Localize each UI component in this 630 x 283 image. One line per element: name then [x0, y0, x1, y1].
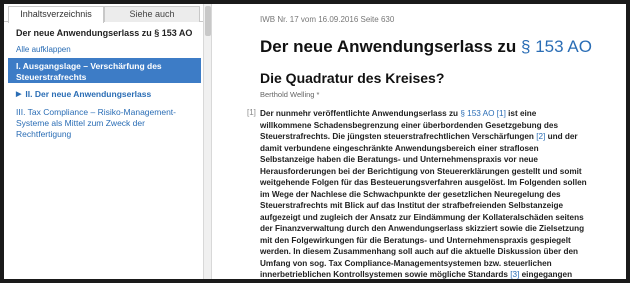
body-line: innerbetrieblichen Kontrollsystemen sowi… [260, 269, 624, 279]
body-line: werden. In diesem Zusammenhang soll auch… [260, 246, 624, 258]
toc-item-label: II. Der neue Anwendungserlass [25, 89, 152, 99]
article-meta: IWB Nr. 17 vom 16.09.2016 Seite 630 [260, 15, 395, 24]
toc-item-label: Steuerstrafrechts [16, 72, 87, 82]
reference-link[interactable]: [3] [510, 270, 519, 279]
article-subtitle: Die Quadratur des Kreises? [260, 70, 445, 86]
article-body: Der nunmehr veröffentlichte Anwendungser… [260, 108, 624, 279]
body-text: willkommene Schadensbegrenzung einer übe… [260, 120, 558, 130]
toc-item-anwendungserlass[interactable]: ▶ II. Der neue Anwendungserlass [8, 83, 201, 104]
tab-inhaltsverzeichnis[interactable]: Inhaltsverzeichnis [8, 6, 104, 23]
toc-item-label: I. Ausgangslage – Verschärfung des [16, 61, 162, 71]
body-text: mit den Folgewirkungen für die Beratungs… [260, 235, 571, 245]
body-text: der Finanzverwaltung durch den Anwendung… [260, 224, 585, 233]
toc-item-tax-compliance[interactable]: III. Tax Compliance – Risiko-Management-… [8, 104, 201, 143]
body-text: Steuerstrafrechts mit Blick auf das Inst… [260, 201, 564, 210]
body-line: Selbstanzeige haben die Beratungs- und U… [260, 154, 624, 166]
title-law-link[interactable]: § 153 AO [521, 37, 592, 56]
body-text: ist eine [505, 109, 537, 118]
body-text: Der nunmehr veröffentlichte Anwendungser… [260, 109, 461, 118]
body-text: weitgehende Folgen für das Besteuerungsv… [260, 178, 587, 187]
body-text: innerbetrieblichen Kontrollsystemen sowi… [260, 270, 511, 279]
article-pane: IWB Nr. 17 vom 16.09.2016 Seite 630 Der … [212, 4, 626, 279]
body-line: Umfang von sog. Tax Compliance-Managemen… [260, 258, 624, 270]
body-line: Der nunmehr veröffentlichte Anwendungser… [260, 108, 624, 120]
sidebar-scrollbar[interactable] [203, 4, 212, 279]
toc-item-label: Systeme als Mittel zum Zweck der [16, 118, 145, 128]
sidebar: Inhaltsverzeichnis Siehe auch Der neue A… [4, 4, 203, 279]
body-text: damit verbundene eingeschränkte Anwendun… [260, 143, 539, 153]
body-text: eingegangen [519, 270, 573, 279]
body-text: Herausforderungen bei der Berichtigung v… [260, 166, 582, 176]
toc-item-label: III. Tax Compliance – Risiko-Management- [16, 107, 176, 117]
sidebar-title: Der neue Anwendungserlass zu § 153 AO [16, 28, 193, 38]
body-text: werden. In diesem Zusammenhang soll auch… [260, 247, 579, 256]
reference-link[interactable]: § 153 AO [460, 109, 494, 118]
article-title: Der neue Anwendungserlass zu § 153 AO [260, 37, 592, 57]
app-window: Inhaltsverzeichnis Siehe auch Der neue A… [4, 4, 626, 279]
reference-link[interactable]: [2] [536, 132, 545, 141]
body-line: willkommene Schadensbegrenzung einer übe… [260, 120, 624, 132]
body-line: Steuerstrafrechts. Die jüngsten steuerst… [260, 131, 624, 143]
expand-all-link[interactable]: Alle aufklappen [16, 45, 71, 54]
body-line: Steuerstrafrechts mit Blick auf das Inst… [260, 200, 624, 212]
article-author: Berthold Welling * [260, 90, 320, 99]
body-line: damit verbundene eingeschränkte Anwendun… [260, 143, 624, 155]
toc-item-ausgangslage[interactable]: I. Ausgangslage – Verschärfung des Steue… [8, 58, 201, 83]
scroll-thumb[interactable] [205, 6, 211, 36]
body-text: im Wege der Nachlese die Schwachpunkte d… [260, 189, 561, 199]
article-title-text: Der neue Anwendungserlass zu [260, 37, 522, 56]
body-line: aufgezeigt und zugleich der Ansatz zur E… [260, 212, 624, 224]
footnote-link[interactable]: [1] [497, 109, 506, 118]
toc-item-label: Rechtfertigung [16, 129, 72, 139]
body-line: weitgehende Folgen für das Besteuerungsv… [260, 177, 624, 189]
body-text: Selbstanzeige haben die Beratungs- und U… [260, 155, 538, 164]
body-line: im Wege der Nachlese die Schwachpunkte d… [260, 189, 624, 201]
body-line: Herausforderungen bei der Berichtigung v… [260, 166, 624, 178]
body-text: Umfang von sog. Tax Compliance-Managemen… [260, 258, 552, 268]
tab-siehe-auch[interactable]: Siehe auch [104, 6, 200, 22]
body-text: Steuerstrafrechts. Die jüngsten steuerst… [260, 132, 537, 141]
sidebar-tabs: Inhaltsverzeichnis Siehe auch [4, 6, 203, 23]
body-text: und der [545, 132, 578, 141]
caret-right-icon: ▶ [16, 91, 22, 98]
table-of-contents: I. Ausgangslage – Verschärfung des Steue… [8, 58, 201, 143]
body-line: der Finanzverwaltung durch den Anwendung… [260, 223, 624, 235]
paragraph-number: [1] [247, 108, 256, 117]
body-text: aufgezeigt und zugleich der Ansatz zur E… [260, 212, 584, 222]
body-line: mit den Folgewirkungen für die Beratungs… [260, 235, 624, 247]
